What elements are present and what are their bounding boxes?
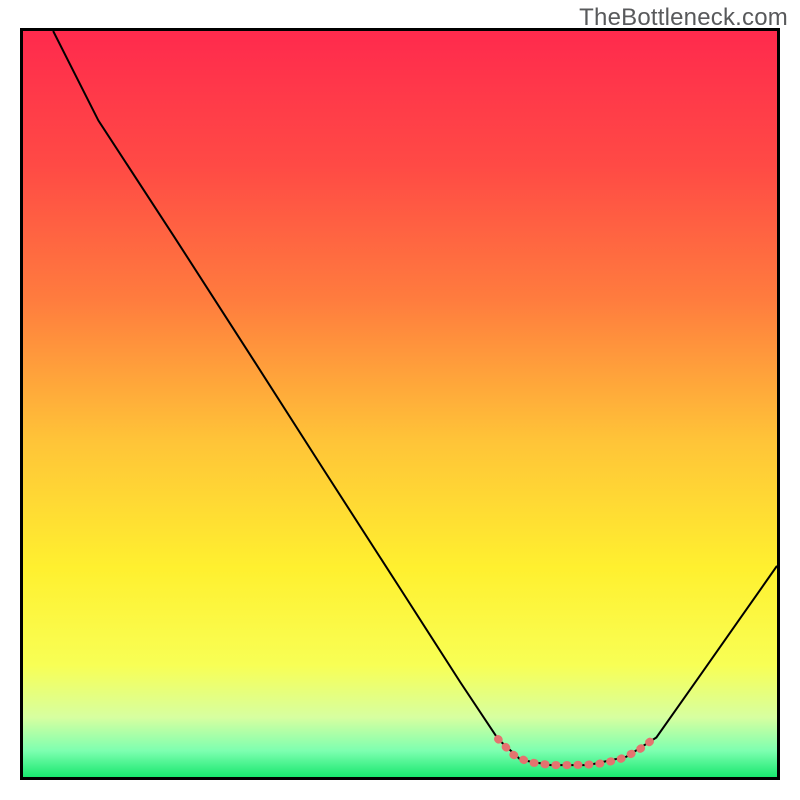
- chart-frame: TheBottleneck.com: [0, 0, 800, 800]
- bottleneck-curve: [53, 31, 777, 765]
- optimal-range-marker: [498, 739, 653, 765]
- line-layer: [23, 31, 777, 777]
- plot-area: [20, 28, 780, 780]
